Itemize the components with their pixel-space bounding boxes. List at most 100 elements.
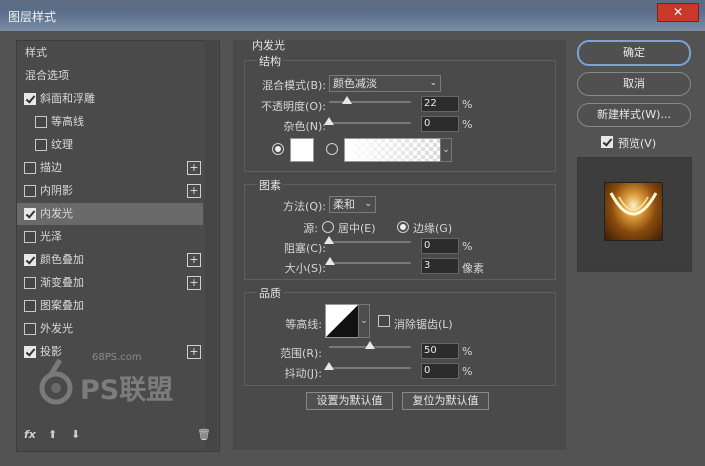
size-input[interactable]: 3 xyxy=(421,258,459,274)
jitter-input[interactable]: 0 xyxy=(421,363,459,379)
trash-icon[interactable]: 🗑 xyxy=(197,428,211,441)
sidebar-item-10[interactable]: 渐变叠加 + xyxy=(17,272,203,294)
contour-label: 等高线: xyxy=(285,318,322,331)
contour-preview[interactable] xyxy=(325,304,359,338)
color-mode-radio[interactable] xyxy=(272,143,284,155)
move-up-icon[interactable]: ⬆ xyxy=(48,428,57,441)
sidebar-item-3[interactable]: 等高线 xyxy=(17,111,203,133)
noise-slider-thumb[interactable] xyxy=(324,117,334,125)
sidebar-item-label: 等高线 xyxy=(51,115,84,128)
sidebar-item-0[interactable]: 样式 xyxy=(17,42,203,64)
glow-gradient-swatch[interactable] xyxy=(344,138,441,162)
range-label: 范围(R): xyxy=(280,347,322,360)
contour-chevron-down-icon[interactable]: ⌄ xyxy=(358,304,370,338)
sidebar-item-12[interactable]: 外发光 xyxy=(17,318,203,340)
sidebar-item-11[interactable]: 图案叠加 xyxy=(17,295,203,317)
sidebar-item-label: 斜面和浮雕 xyxy=(40,92,95,105)
antialias-label: 消除锯齿(L) xyxy=(394,318,453,331)
sidebar-item-checkbox[interactable] xyxy=(24,231,36,243)
opacity-label: 不透明度(O): xyxy=(261,100,326,113)
sidebar-item-8[interactable]: 光泽 xyxy=(17,226,203,248)
inner-glow-title: 内发光 xyxy=(252,39,285,52)
noise-label: 杂色(N): xyxy=(283,120,326,133)
opacity-slider-thumb[interactable] xyxy=(342,96,353,104)
sidebar-item-4[interactable]: 纹理 xyxy=(17,134,203,156)
sidebar-item-checkbox[interactable] xyxy=(35,116,47,128)
sidebar-item-checkbox[interactable] xyxy=(24,300,36,312)
jitter-unit: % xyxy=(462,365,473,378)
opacity-input[interactable]: 22 xyxy=(421,96,459,112)
sidebar-item-9[interactable]: 颜色叠加 + xyxy=(17,249,203,271)
antialias-checkbox[interactable] xyxy=(378,315,390,327)
gradient-chevron-down-icon[interactable]: ⌄ xyxy=(440,138,452,162)
choke-slider-track[interactable] xyxy=(329,241,411,243)
choke-input[interactable]: 0 xyxy=(421,238,459,254)
sidebar-item-2[interactable]: 斜面和浮雕 xyxy=(17,88,203,110)
choke-slider-thumb[interactable] xyxy=(324,236,334,244)
add-effect-plus-icon[interactable]: + xyxy=(187,345,201,359)
range-unit: % xyxy=(462,345,473,358)
sidebar-item-checkbox[interactable] xyxy=(24,185,36,197)
style-preview-image xyxy=(604,182,663,241)
sidebar-item-1[interactable]: 混合选项 xyxy=(17,65,203,87)
sidebar-item-checkbox[interactable] xyxy=(24,93,36,105)
contour-curve-icon xyxy=(326,305,358,337)
sidebar-item-6[interactable]: 内阴影 + xyxy=(17,180,203,202)
reset-default-button[interactable]: 复位为默认值 xyxy=(402,392,489,410)
sidebar-item-checkbox[interactable] xyxy=(24,346,36,358)
add-effect-plus-icon[interactable]: + xyxy=(187,161,201,175)
sidebar-item-checkbox[interactable] xyxy=(24,323,36,335)
sidebar-item-5[interactable]: 描边 + xyxy=(17,157,203,179)
sidebar-item-label: 颜色叠加 xyxy=(40,253,84,266)
jitter-slider-thumb[interactable] xyxy=(324,362,334,370)
cancel-button[interactable]: 取消 xyxy=(577,72,691,96)
add-effect-plus-icon[interactable]: + xyxy=(187,184,201,198)
sidebar-item-label: 图案叠加 xyxy=(40,299,84,312)
jitter-label: 抖动(J): xyxy=(284,367,322,380)
ok-button[interactable]: 确定 xyxy=(577,40,691,66)
preview-checkbox[interactable] xyxy=(601,136,613,148)
preview-shape-icon xyxy=(609,192,658,216)
add-effect-plus-icon[interactable]: + xyxy=(187,276,201,290)
chevron-down-icon: ⌄ xyxy=(429,78,437,88)
source-center-radio[interactable] xyxy=(322,221,334,233)
sidebar-item-checkbox[interactable] xyxy=(24,254,36,266)
close-icon[interactable]: ✕ xyxy=(657,3,699,22)
gradient-mode-radio[interactable] xyxy=(326,143,338,155)
sidebar-item-checkbox[interactable] xyxy=(24,162,36,174)
new-style-button[interactable]: 新建样式(W)... xyxy=(577,103,691,127)
size-slider-thumb[interactable] xyxy=(324,257,335,265)
size-unit: 像素 xyxy=(462,262,484,275)
sidebar-item-label: 内发光 xyxy=(40,207,73,220)
noise-input[interactable]: 0 xyxy=(421,116,459,132)
source-edge-radio[interactable] xyxy=(397,221,409,233)
method-select[interactable]: 柔和 ⌄ xyxy=(329,196,376,213)
sidebar-item-label: 纹理 xyxy=(51,138,73,151)
sidebar-item-label: 渐变叠加 xyxy=(40,276,84,289)
blend-mode-select[interactable]: 颜色减淡 ⌄ xyxy=(329,75,441,92)
style-list-scrollbar[interactable] xyxy=(205,40,217,450)
sidebar-item-label: 描边 xyxy=(40,161,62,174)
watermark-logo-icon xyxy=(39,358,73,405)
sidebar-item-checkbox[interactable] xyxy=(24,208,36,220)
noise-unit: % xyxy=(462,118,473,131)
glow-color-swatch[interactable] xyxy=(290,138,314,162)
preview-label: 预览(V) xyxy=(618,137,657,150)
add-effect-plus-icon[interactable]: + xyxy=(187,253,201,267)
move-down-icon[interactable]: ⬇ xyxy=(71,428,80,441)
sidebar-item-checkbox[interactable] xyxy=(35,139,47,151)
blend-mode-value: 颜色减淡 xyxy=(333,77,377,90)
noise-slider-track[interactable] xyxy=(329,122,411,124)
choke-unit: % xyxy=(462,240,473,253)
range-slider-thumb[interactable] xyxy=(365,341,375,349)
title-bar: 图层样式 ✕ xyxy=(0,0,705,31)
source-label: 源: xyxy=(303,222,318,235)
jitter-slider-track[interactable] xyxy=(329,367,411,369)
sidebar-item-7[interactable]: 内发光 xyxy=(17,203,203,225)
set-default-button[interactable]: 设置为默认值 xyxy=(306,392,393,410)
size-slider-track[interactable] xyxy=(329,262,411,264)
range-input[interactable]: 50 xyxy=(421,343,459,359)
sidebar-item-checkbox[interactable] xyxy=(24,277,36,289)
fx-icon[interactable]: fx xyxy=(24,428,36,441)
size-label: 大小(S): xyxy=(284,262,326,275)
